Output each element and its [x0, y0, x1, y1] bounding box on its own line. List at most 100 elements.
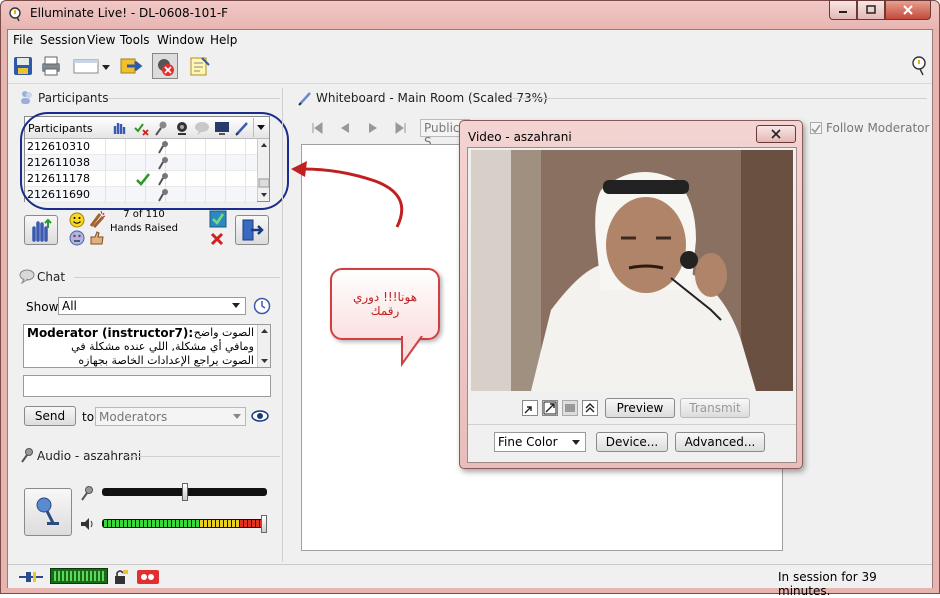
chat-heading: Chat — [37, 270, 66, 284]
speech-bubble-annotation: هونا!!! دوري رقمك — [330, 268, 440, 340]
video-advanced-button[interactable]: Advanced... — [675, 432, 765, 452]
previous-page-icon[interactable] — [338, 122, 352, 134]
exit-arrow-icon — [120, 58, 143, 74]
meter-segment — [224, 520, 227, 527]
meter-segment — [188, 520, 191, 527]
meter-segment — [156, 520, 159, 527]
participants-heading: Participants — [38, 91, 109, 105]
chat-scrollbar[interactable] — [257, 325, 270, 367]
window-title: Elluminate Live! - DL-0608-101-F — [30, 6, 229, 20]
last-page-icon[interactable] — [394, 122, 408, 134]
meter-segment — [128, 520, 131, 527]
first-page-icon[interactable] — [310, 122, 324, 134]
elluminate-logo-icon — [9, 7, 21, 22]
video-undock-button[interactable] — [522, 400, 538, 416]
chat-to-label: to — [82, 410, 95, 424]
video-expand-button[interactable] — [582, 400, 598, 416]
talk-button[interactable] — [24, 488, 72, 536]
audio-heading: Audio - aszahrani — [37, 449, 142, 463]
hide-video-button[interactable] — [152, 53, 178, 79]
meter-segment — [140, 520, 143, 527]
mic-slider-thumb[interactable] — [181, 483, 188, 501]
notes-button[interactable] — [186, 53, 212, 79]
eye-icon[interactable] — [251, 409, 269, 423]
meter-segment — [232, 520, 235, 527]
meter-segment — [236, 520, 239, 527]
meter-segment — [220, 520, 223, 527]
maximize-button[interactable] — [857, 0, 885, 20]
menu-help[interactable]: Help — [210, 33, 237, 47]
follow-moderator-checkbox[interactable] — [810, 122, 822, 134]
chat-recipient-select[interactable]: Moderators — [95, 407, 246, 426]
meter-segment — [228, 520, 231, 527]
video-close-button[interactable] — [756, 125, 796, 143]
title-bar: Elluminate Live! - DL-0608-101-F — [0, 0, 940, 28]
video-transmit-button[interactable]: Transmit — [680, 398, 750, 418]
double-chevron-up-icon — [585, 403, 595, 413]
next-page-icon[interactable] — [366, 122, 380, 134]
video-enlarge-button[interactable] — [542, 400, 558, 416]
divider — [74, 277, 280, 278]
menu-file[interactable]: File — [13, 33, 33, 47]
chat-message-text: الصوت يراجع الإعدادات الخاصة بجهازه — [78, 354, 254, 367]
talk-microphone-icon — [36, 497, 59, 525]
red-x-icon[interactable] — [209, 231, 225, 247]
smiley-icon[interactable] — [69, 212, 85, 228]
notes-icon — [190, 57, 210, 76]
annotation-text: هونا!!! دوري — [352, 290, 418, 304]
divider — [507, 98, 927, 99]
meter-segment — [256, 520, 259, 527]
video-quality-value: Fine Color — [498, 435, 558, 449]
print-button[interactable] — [38, 53, 64, 79]
video-quality-select[interactable]: Fine Color — [494, 432, 586, 452]
clock-icon[interactable] — [253, 297, 271, 315]
raise-hand-button[interactable] — [24, 215, 58, 245]
video-snapshot-button[interactable] — [562, 400, 578, 416]
meter-segment — [120, 520, 123, 527]
meter-segment — [148, 520, 151, 527]
print-icon — [42, 56, 60, 76]
dropdown-arrow-icon — [232, 303, 240, 308]
divider — [468, 424, 796, 425]
chat-compose-input[interactable] — [23, 375, 271, 397]
meter-segment — [208, 520, 211, 527]
chat-transcript[interactable]: Moderator (instructor7): الصوت واضح وماف… — [23, 324, 271, 368]
meter-segment — [192, 520, 195, 527]
webcam-disabled-icon — [158, 59, 174, 76]
meter-segment — [144, 520, 147, 527]
chat-message-text: الصوت واضح — [193, 326, 254, 339]
menu-session[interactable]: Session — [40, 33, 86, 47]
layout-dropdown-button[interactable] — [72, 53, 112, 79]
menu-view[interactable]: View — [87, 33, 115, 47]
minimize-button[interactable] — [829, 0, 857, 20]
video-device-button[interactable]: Device... — [596, 432, 668, 452]
video-content: Preview Transmit Fine Color Device... Ad… — [467, 147, 797, 463]
speaker-slider-thumb[interactable] — [261, 515, 267, 533]
meter-segment — [168, 520, 171, 527]
save-button[interactable] — [10, 53, 36, 79]
chat-show-select[interactable]: All — [58, 297, 246, 315]
activity-bars-icon — [54, 571, 104, 581]
confused-face-icon[interactable] — [69, 230, 85, 246]
meter-segment — [180, 520, 183, 527]
menu-tools[interactable]: Tools — [120, 33, 150, 47]
layout-icon — [73, 59, 110, 74]
mic-level-icon — [81, 486, 93, 501]
exit-session-button[interactable] — [118, 53, 144, 79]
leave-room-button[interactable] — [235, 215, 269, 245]
close-button[interactable] — [885, 0, 931, 20]
chat-show-label: Show — [26, 300, 59, 314]
speaker-volume-meter[interactable] — [102, 519, 267, 528]
network-activity-meter — [50, 568, 108, 584]
video-preview-button[interactable]: Preview — [605, 398, 675, 418]
chat-send-button[interactable]: Send — [24, 406, 76, 426]
speaker-icon — [81, 518, 93, 530]
grant-check-icon[interactable] — [209, 210, 227, 228]
meter-segment — [200, 520, 203, 527]
participants-icon — [21, 91, 32, 104]
menu-window[interactable]: Window — [157, 33, 204, 47]
chat-message-text: ومافي أي مشكلة, اللي عنده مشكلة في — [71, 340, 254, 353]
follow-moderator-label: Follow Moderator — [826, 121, 930, 135]
chat-show-value: All — [62, 299, 77, 313]
help-lightbulb-button[interactable] — [906, 53, 932, 79]
